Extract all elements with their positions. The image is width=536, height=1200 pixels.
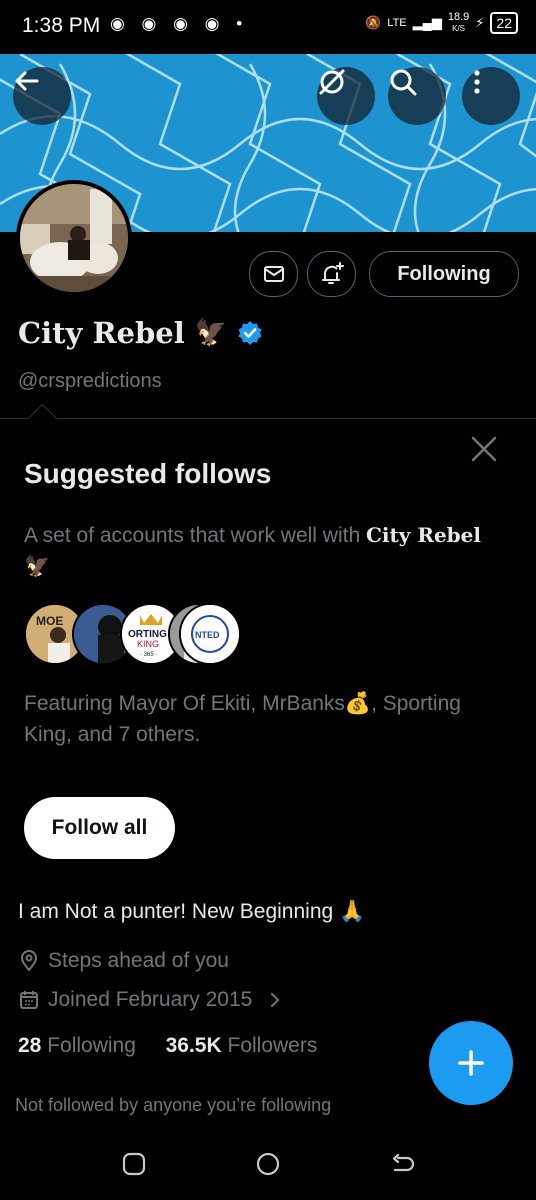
calendar-icon: [20, 991, 38, 1009]
avatar-5-image: NTED: [181, 605, 239, 663]
verified-badge-icon[interactable]: [237, 320, 263, 346]
desc-name: City Rebel: [366, 523, 481, 547]
speed-unit: K/S: [452, 24, 466, 33]
desc-emoji: 🦅: [24, 555, 51, 578]
message-button[interactable]: [249, 251, 298, 297]
signal-icon: ▂▄▆: [412, 15, 442, 30]
suggestion-pointer: [27, 403, 58, 434]
profile-handle: @crspredictions: [18, 370, 162, 392]
status-bar: 1:38 PM ◉ ◉ ◉ ◉ • 🔕 LTE ▂▄▆ 18.9 K/S ⚡ 2…: [0, 0, 536, 54]
chevron-right-icon: [271, 993, 280, 1007]
mail-icon: [263, 266, 284, 282]
profile-avatar[interactable]: [16, 180, 132, 296]
suggested-avatar-5[interactable]: NTED: [179, 603, 241, 665]
suggested-description: A set of accounts that work well with Ci…: [24, 520, 520, 582]
plus-icon: [458, 1050, 484, 1076]
followers-count-link[interactable]: 36.5K Followers: [166, 1034, 318, 1057]
search-button[interactable]: [388, 67, 446, 125]
joined-row[interactable]: Joined February 2015: [18, 988, 284, 1012]
close-icon[interactable]: [468, 433, 500, 465]
grok-button[interactable]: [317, 67, 375, 125]
desc-prefix: A set of accounts that work well with: [24, 524, 361, 547]
follow-all-button[interactable]: Follow all: [24, 797, 175, 859]
grok-icon: [319, 69, 345, 95]
following-word: Following: [47, 1034, 136, 1057]
avatar-3-text2: KING: [137, 639, 159, 649]
avatar-5-text: NTED: [195, 630, 220, 640]
location-icon: [20, 950, 38, 972]
battery-indicator: 22: [490, 12, 518, 34]
status-time: 1:38 PM: [22, 14, 101, 37]
following-count: 28: [18, 1034, 42, 1057]
notification-icons: ◉ ◉ ◉ ◉ •: [110, 14, 249, 33]
status-right: 🔕 LTE ▂▄▆ 18.9 K/S ⚡ 22: [365, 12, 518, 34]
location-text: Steps ahead of you: [48, 949, 229, 972]
avatar-1-text: MOE: [36, 614, 63, 628]
location-row: Steps ahead of you: [18, 949, 229, 973]
back-icon[interactable]: [389, 1151, 415, 1177]
featuring-text: Featuring Mayor Of Ekiti, MrBanks💰, Spor…: [24, 692, 461, 746]
charging-icon: ⚡: [475, 15, 485, 30]
back-button[interactable]: [13, 67, 71, 125]
profile-name-row: City Rebel 🦅: [18, 316, 263, 350]
avatar-3-text3: · 365 ·: [140, 652, 157, 658]
recents-icon[interactable]: [121, 1151, 147, 1177]
bell-plus-icon: [321, 262, 344, 284]
network-label: LTE: [387, 17, 407, 29]
more-icon: [474, 70, 480, 94]
compose-button[interactable]: [429, 1021, 513, 1105]
home-icon[interactable]: [255, 1151, 281, 1177]
following-count-link[interactable]: 28 Following: [18, 1034, 142, 1057]
profile-name: City Rebel: [18, 316, 185, 350]
back-arrow-icon: [15, 71, 39, 91]
profile-bio: I am Not a punter! New Beginning 🙏: [18, 900, 366, 923]
speed-readout: 18.9 K/S: [448, 12, 469, 34]
avatar-photo: [20, 184, 128, 292]
section-divider: [0, 418, 536, 419]
search-icon: [390, 69, 417, 96]
joined-text: Joined February 2015: [48, 988, 253, 1011]
suggested-title: Suggested follows: [24, 458, 272, 489]
following-button[interactable]: Following: [369, 251, 519, 297]
followers-word: Followers: [227, 1034, 318, 1057]
more-button[interactable]: [462, 67, 520, 125]
follow-counts: 28 Following 36.5K Followers: [18, 1034, 317, 1058]
followers-count: 36.5K: [165, 1034, 222, 1057]
mute-icon: 🔕: [365, 15, 382, 30]
name-emoji: 🦅: [194, 318, 228, 348]
notify-button[interactable]: [307, 251, 356, 297]
not-followed-note: Not followed by anyone you’re following: [15, 1095, 332, 1115]
system-nav-bar: [0, 1128, 536, 1200]
speed-value: 18.9: [447, 11, 470, 23]
